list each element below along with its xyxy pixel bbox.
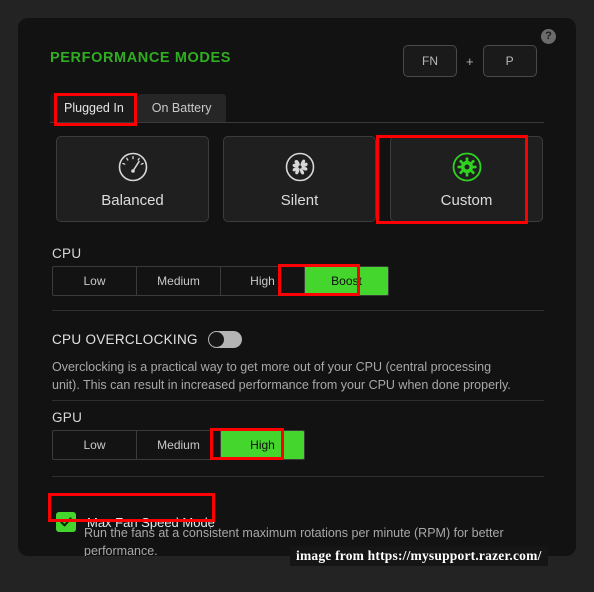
gear-icon: [450, 150, 484, 184]
mode-card-label: Balanced: [101, 191, 164, 209]
gpu-option-high[interactable]: High: [221, 431, 304, 459]
keyboard-shortcut-hint: FN + P: [403, 45, 537, 77]
cpu-overclocking-description: Overclocking is a practical way to get m…: [52, 360, 511, 393]
performance-modes-panel: PERFORMANCE MODES FN + P ? Plugged In On…: [18, 18, 576, 556]
page-title: PERFORMANCE MODES: [50, 50, 231, 66]
key-fn[interactable]: FN: [403, 45, 457, 77]
cpu-divider: [52, 310, 544, 311]
cpu-overclocking-header: CPU OVERCLOCKING: [52, 331, 242, 348]
cpu-segmented-control: Low Medium High Boost: [52, 266, 389, 296]
fan-icon: [283, 150, 317, 184]
mode-card-custom[interactable]: Custom: [390, 136, 543, 222]
max-fan-speed-checkbox[interactable]: [56, 512, 76, 532]
help-icon[interactable]: ?: [541, 29, 556, 44]
cpu-option-medium[interactable]: Medium: [137, 267, 221, 295]
tab-plugged-in[interactable]: Plugged In: [50, 94, 138, 122]
cpu-option-boost[interactable]: Boost: [305, 267, 388, 295]
mode-card-label: Custom: [440, 191, 493, 209]
cpu-option-low[interactable]: Low: [53, 267, 137, 295]
gpu-section-label: GPU: [52, 410, 83, 425]
gpu-option-low[interactable]: Low: [53, 431, 137, 459]
tab-on-battery[interactable]: On Battery: [137, 94, 226, 122]
watermark: image from https://mysupport.razer.com/: [290, 546, 548, 566]
cpu-overclocking-toggle[interactable]: [207, 331, 242, 348]
overclocking-divider: [52, 400, 544, 401]
cpu-overclocking-label: CPU OVERCLOCKING: [52, 332, 198, 347]
gauge-icon: [116, 150, 150, 184]
tabs-divider: [50, 122, 544, 123]
key-plus-separator: +: [466, 53, 474, 69]
gpu-option-medium[interactable]: Medium: [137, 431, 221, 459]
mode-card-balanced[interactable]: Balanced: [56, 136, 209, 222]
cpu-section-label: CPU: [52, 246, 82, 261]
gpu-segmented-control: Low Medium High: [52, 430, 305, 460]
gpu-divider: [52, 476, 544, 477]
mode-card-silent[interactable]: Silent: [223, 136, 376, 222]
key-p[interactable]: P: [482, 45, 537, 77]
cpu-option-high[interactable]: High: [221, 267, 305, 295]
check-icon: [60, 517, 72, 527]
power-source-tabs: Plugged In On Battery: [50, 94, 226, 122]
mode-card-label: Silent: [280, 191, 319, 209]
performance-mode-cards: Balanced Silent Custom: [56, 136, 543, 222]
screenshot-root: PERFORMANCE MODES FN + P ? Plugged In On…: [0, 0, 594, 592]
toggle-knob: [208, 332, 224, 347]
